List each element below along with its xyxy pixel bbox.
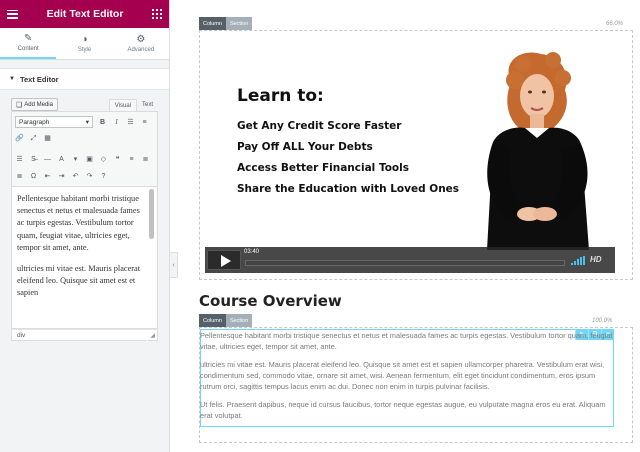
column-tag[interactable]: Column — [199, 17, 226, 30]
tab-content[interactable]: ✎ Content — [0, 28, 57, 59]
toolbar-row-4: ≣ Ω ⇤ ⇥ ↶ ↷ ? — [15, 168, 154, 184]
panel-title: Edit Text Editor — [46, 8, 124, 20]
caret-down-icon[interactable]: ▾ — [71, 155, 80, 164]
widgets-grid-icon[interactable] — [152, 9, 162, 19]
text-paragraph: Ut felis. Praesent dapibus, neque id cur… — [200, 400, 606, 420]
chevron-down-icon: ▾ — [85, 119, 89, 126]
toolbar-toggle-icon[interactable]: ▦ — [43, 134, 52, 143]
format-select-value: Paragraph — [19, 118, 50, 126]
toolbar-row-2: 🔗 ⤢ ▦ — [15, 130, 154, 146]
gear-icon: ⚙ — [136, 34, 146, 45]
help-icon[interactable]: ? — [99, 172, 108, 181]
video-time: 03:40 — [244, 249, 260, 255]
video-line: Access Better Financial Tools — [237, 162, 409, 174]
course-heading: Course Overview — [199, 292, 342, 310]
format-select[interactable]: Paragraph ▾ — [15, 116, 93, 128]
toolbar-row-3: ☰ S̶ — A ▾ ▣ ◇ ❝ ≡ ≣ — [15, 150, 154, 168]
hamburger-menu-icon[interactable] — [7, 9, 18, 19]
editor-status-bar: div ◢ — [11, 329, 158, 341]
tab-visual[interactable]: Visual — [108, 99, 137, 111]
video-line: Pay Off ALL Your Debts — [237, 141, 373, 153]
text-paragraph: Pellentesque habitant morbi tristique se… — [200, 331, 613, 351]
redo-icon[interactable]: ↷ — [85, 172, 94, 181]
paste-text-icon[interactable]: ▣ — [85, 155, 94, 164]
column-handle-inner: Column Section — [199, 314, 253, 327]
caret-down-icon: ▼ — [9, 76, 15, 82]
editor-toolbar: Paragraph ▾ B I ☰ ≡ 🔗 ⤢ ▦ ☰ S̶ — A ▾ ▣ ◇ — [11, 111, 158, 187]
media-row: ❏ Add Media Visual Text — [11, 96, 158, 111]
editor-panel: Edit Text Editor ✎ Content ◑ Style ⚙ Adv… — [0, 0, 170, 452]
add-media-label: Add Media — [24, 101, 53, 108]
column-width-indicator: 100.0% — [592, 318, 613, 324]
editor-paragraph: Pellentesque habitant morbi tristique se… — [17, 194, 140, 252]
video-player[interactable]: Learn to: Get Any Credit Score Faster Pa… — [205, 42, 615, 275]
align-justify-icon[interactable]: ≣ — [15, 172, 24, 181]
resize-grip-icon[interactable]: ◢ — [150, 332, 155, 339]
align-left-icon[interactable]: ☰ — [15, 155, 24, 164]
editor-mode-tabs: Visual Text — [108, 99, 158, 111]
section-toggle-text-editor[interactable]: ▼ Text Editor — [0, 68, 169, 90]
course-overview-text: Pellentesque habitant morbi tristique se… — [200, 330, 614, 428]
volume-icon[interactable] — [571, 256, 585, 265]
editor-scrollbar[interactable] — [149, 189, 154, 239]
tab-advanced-label: Advanced — [127, 47, 155, 53]
column-handle-top: Column Section — [199, 17, 253, 30]
link-icon[interactable]: 🔗 — [15, 134, 24, 143]
wysiwyg-editor: ❏ Add Media Visual Text Paragraph ▾ B I … — [11, 96, 158, 341]
outdent-icon[interactable]: ⇤ — [43, 172, 52, 181]
section-tag[interactable]: Section — [225, 314, 253, 327]
column-tag[interactable]: Column — [199, 314, 226, 327]
play-button[interactable] — [207, 250, 241, 270]
video-overlay-text: Learn to: Get Any Credit Score Faster Pa… — [237, 86, 459, 200]
chevron-left-icon: ‹ — [172, 261, 175, 269]
media-icon: ❏ — [16, 101, 23, 109]
preview-canvas: Column Section 66.0% Learn to: Get Any C… — [178, 0, 640, 452]
pencil-icon: ✎ — [23, 33, 33, 44]
blockquote-icon[interactable]: ❝ — [113, 155, 122, 164]
toolbar-row-1: Paragraph ▾ B I ☰ ≡ — [15, 114, 154, 130]
section-tag[interactable]: Section — [225, 17, 253, 30]
tab-style-label: Style — [77, 47, 92, 53]
video-controls: 03:40 HD — [205, 247, 615, 273]
element-path: div — [17, 332, 26, 339]
align-right-icon[interactable]: ≣ — [141, 155, 150, 164]
presenter-image — [487, 52, 589, 250]
text-paragraph: ultricies mi vitae est. Mauris placerat … — [200, 360, 605, 391]
tab-advanced[interactable]: ⚙ Advanced — [113, 28, 169, 59]
horizontal-line-icon[interactable]: — — [43, 155, 52, 164]
indent-icon[interactable]: ⇥ — [57, 172, 66, 181]
numbered-list-icon[interactable]: ≡ — [140, 118, 149, 127]
editor-content-area[interactable]: Pellentesque habitant morbi tristique se… — [11, 187, 158, 329]
hd-toggle[interactable]: HD — [590, 255, 602, 264]
add-media-button[interactable]: ❏ Add Media — [11, 98, 58, 111]
video-line: Get Any Credit Score Faster — [237, 120, 402, 132]
tab-style[interactable]: ◑ Style — [56, 28, 112, 59]
section-title: Text Editor — [19, 74, 59, 84]
panel-tabs: ✎ Content ◑ Style ⚙ Advanced — [0, 28, 169, 60]
special-char-icon[interactable]: Ω — [29, 172, 38, 181]
column-width-indicator: 66.0% — [606, 21, 624, 27]
tab-content-label: Content — [17, 46, 39, 52]
fullscreen-icon[interactable]: ⤢ — [29, 134, 38, 143]
video-line: Share the Education with Loved Ones — [237, 183, 460, 195]
strikethrough-icon[interactable]: S̶ — [29, 155, 38, 164]
undo-icon[interactable]: ↶ — [71, 172, 80, 181]
italic-icon[interactable]: I — [112, 118, 121, 127]
align-center-icon[interactable]: ≡ — [127, 155, 136, 164]
collapse-panel-button[interactable]: ‹ — [170, 252, 178, 278]
editor-paragraph: ultricies mi vitae est. Mauris placerat … — [17, 264, 141, 298]
video-heading: Learn to: — [237, 86, 324, 106]
bold-icon[interactable]: B — [98, 118, 107, 127]
panel-header: Edit Text Editor — [0, 0, 169, 28]
clear-format-icon[interactable]: ◇ — [99, 155, 108, 164]
contrast-icon: ◑ — [81, 34, 88, 45]
tab-text[interactable]: Text — [137, 99, 158, 111]
video-progress-track[interactable] — [245, 260, 565, 266]
text-color-icon[interactable]: A — [57, 155, 66, 164]
bullet-list-icon[interactable]: ☰ — [126, 118, 135, 127]
